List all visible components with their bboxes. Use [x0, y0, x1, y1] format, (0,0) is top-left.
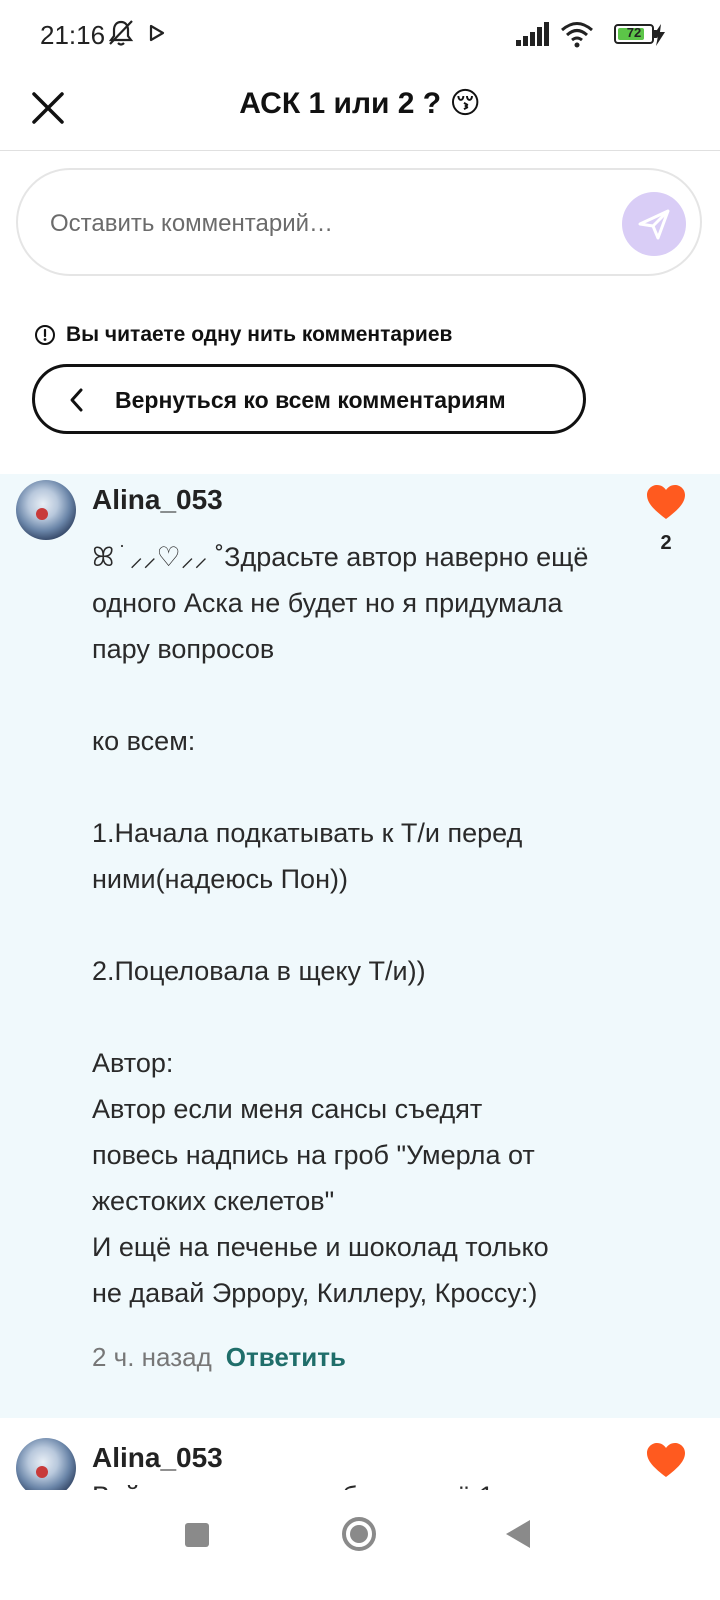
back-button-label: Вернуться ко всем комментариям [115, 387, 506, 413]
info-icon [35, 325, 55, 345]
recents-button[interactable] [185, 1523, 209, 1547]
back-button[interactable] [506, 1520, 530, 1548]
comment-item: Alina_053 2 ꕤ ֹ ⸝⸝♡⸝⸝ ˚Здрасьте автор на… [0, 474, 720, 1418]
wifi-icon [561, 22, 593, 48]
battery-icon: 72 [614, 24, 654, 44]
comment-input[interactable]: Оставить комментарий… [16, 168, 702, 276]
comment-author[interactable]: Alina_053 [92, 1442, 223, 1474]
heart-icon[interactable] [646, 484, 686, 520]
home-button[interactable] [342, 1517, 376, 1551]
back-to-all-comments-button[interactable]: Вернуться ко всем комментариям [32, 364, 586, 434]
avatar[interactable] [16, 480, 76, 540]
send-icon [638, 209, 670, 240]
comment-author[interactable]: Alina_053 [92, 484, 223, 516]
page-title: АСК 1 или 2 ? 😚 [239, 87, 481, 120]
comment-text: ꕤ ֹ ⸝⸝♡⸝⸝ ˚Здрасьте автор наверно ещё од… [92, 542, 589, 1308]
status-bar: 21:16 72 [0, 0, 720, 70]
comment-input-placeholder: Оставить комментарий… [50, 210, 334, 237]
charging-icon [653, 24, 665, 46]
play-store-icon [149, 24, 165, 42]
thread-notice-text: Вы читаете одну нить комментариев [66, 323, 453, 346]
avatar[interactable] [16, 1438, 76, 1490]
like-count: 2 [660, 532, 672, 554]
close-icon[interactable] [26, 86, 70, 130]
signal-icon [516, 22, 549, 46]
system-nav-bar [0, 1490, 720, 1600]
reply-button[interactable]: Ответить [226, 1342, 346, 1372]
status-time: 21:16 [40, 20, 106, 50]
comment-item: Alina_053 2 Вай спс автор если будет ещё… [0, 1418, 720, 1490]
bell-muted-icon [108, 20, 134, 46]
header: АСК 1 или 2 ? 😚 [0, 70, 720, 151]
comment-text: Вай спс автор если будет ещё 1 все я [92, 1476, 652, 1490]
comment-meta: 2 ч. назад Ответить [92, 1342, 346, 1373]
heart-icon[interactable] [646, 1442, 686, 1478]
chevron-left-icon [70, 388, 83, 412]
battery-level: 72 [626, 25, 642, 40]
send-button[interactable] [622, 192, 686, 256]
comment-time: 2 ч. назад [92, 1342, 212, 1372]
